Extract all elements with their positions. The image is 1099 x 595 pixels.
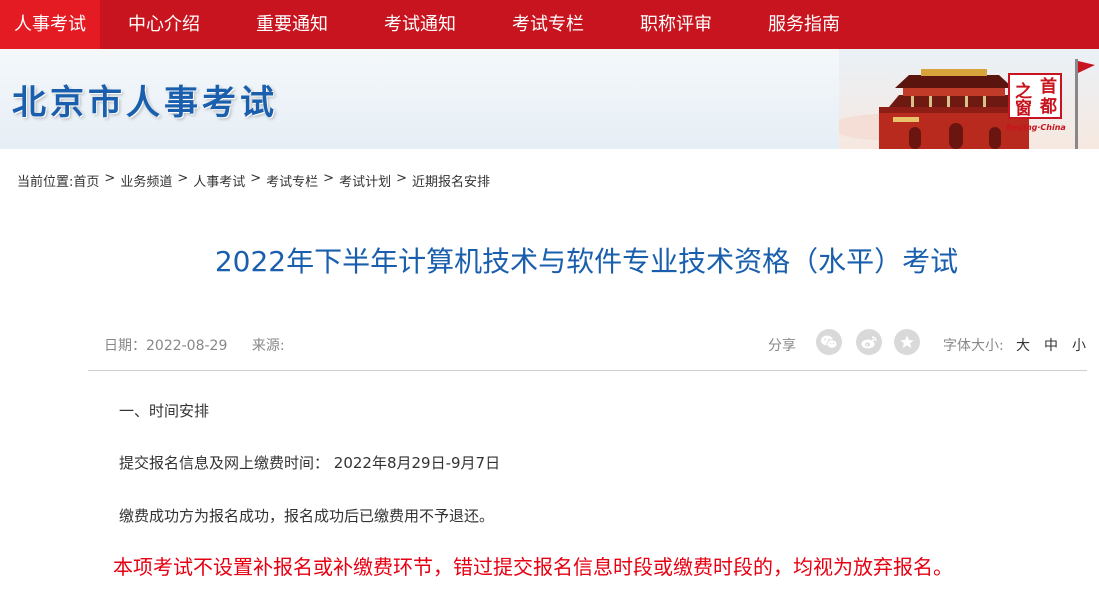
- font-size-large-button[interactable]: 大: [1016, 335, 1030, 355]
- breadcrumb-separator: >: [104, 171, 116, 186]
- font-size-small-button[interactable]: 小: [1072, 335, 1086, 355]
- breadcrumb-home[interactable]: 首页: [73, 171, 99, 190]
- section-heading: 一、时间安排: [119, 402, 210, 420]
- wechat-icon[interactable]: [816, 329, 842, 355]
- beijing-seal-logo: 首 之 都 窗 Beijing·China: [1006, 73, 1066, 133]
- breadcrumb-business-channel[interactable]: 业务频道: [120, 171, 172, 190]
- meta-divider: [88, 370, 1087, 371]
- favorite-icon[interactable]: [894, 329, 920, 355]
- breadcrumb-prefix: 当前位置:: [17, 175, 74, 190]
- nav-item-exam-notice[interactable]: 考试通知: [356, 0, 484, 49]
- breadcrumb-separator: >: [396, 171, 407, 186]
- site-banner: 北京市人事考试 首 之 都 窗 Beijing·China: [0, 49, 1099, 149]
- breadcrumb: 当前位置: 首页 > 业务频道 > 人事考试 > 考试专栏 > 考试计划 > 近…: [17, 171, 490, 190]
- breadcrumb-separator: >: [323, 171, 335, 186]
- breadcrumb-exam-column[interactable]: 考试专栏: [266, 171, 318, 190]
- nav-item-exam[interactable]: 人事考试: [0, 0, 100, 49]
- font-size-label: 字体大小:: [943, 338, 1004, 354]
- nav-item-about[interactable]: 中心介绍: [100, 0, 228, 49]
- article-source: 来源:: [251, 338, 285, 354]
- top-nav: 人事考试 中心介绍 重要通知 考试通知 考试专栏 职称评审 服务指南: [0, 0, 1099, 49]
- article-title: 2022年下半年计算机技术与软件专业技术资格（水平）考试: [214, 245, 959, 278]
- weibo-icon[interactable]: [856, 329, 882, 355]
- nav-item-important-notice[interactable]: 重要通知: [228, 0, 356, 49]
- breadcrumb-exam-plan[interactable]: 考试计划: [339, 171, 391, 190]
- seal-char: 首: [1040, 77, 1057, 97]
- breadcrumb-separator: >: [250, 171, 262, 186]
- payment-note-paragraph: 缴费成功方为报名成功，报名成功后已缴费用不予退还。: [119, 507, 495, 525]
- article-meta: 日期：2022-08-29 来源:: [104, 335, 285, 355]
- seal-char: 都: [1040, 97, 1057, 117]
- registration-time-paragraph: 提交报名信息及网上缴费时间： 2022年8月29日-9月7日: [119, 454, 501, 472]
- nav-item-service-guide[interactable]: 服务指南: [740, 0, 868, 49]
- nav-item-exam-column[interactable]: 考试专栏: [484, 0, 612, 49]
- site-title[interactable]: 北京市人事考试: [12, 75, 278, 124]
- share-label: 分享: [768, 338, 796, 354]
- seal-char: 窗: [1015, 99, 1032, 119]
- breadcrumb-separator: >: [177, 171, 189, 186]
- breadcrumb-personnel-exam[interactable]: 人事考试: [193, 171, 245, 190]
- warning-paragraph: 本项考试不设置补报名或补缴费环节，错过提交报名信息时段或缴费时段的，均视为放弃报…: [113, 555, 953, 579]
- breadcrumb-recent-registration[interactable]: 近期报名安排: [412, 171, 490, 190]
- nav-item-title-review[interactable]: 职称评审: [612, 0, 740, 49]
- font-size-medium-button[interactable]: 中: [1044, 335, 1058, 355]
- article-date: 日期：2022-08-29: [104, 338, 228, 354]
- seal-caption: Beijing·China: [1006, 123, 1066, 132]
